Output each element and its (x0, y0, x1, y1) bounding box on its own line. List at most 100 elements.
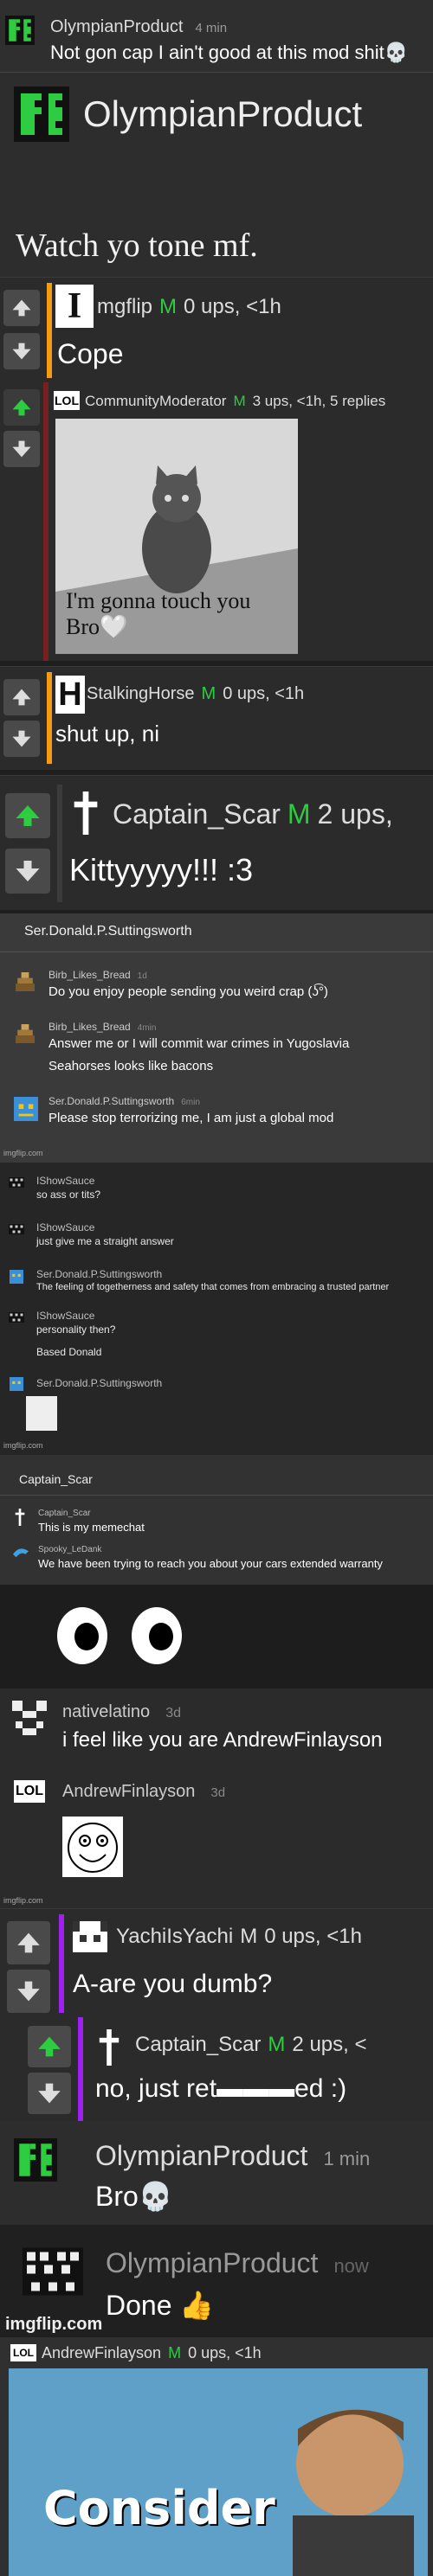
chat-username[interactable]: Birb_Likes_Bread 1d (48, 969, 147, 981)
chat-title: Ser.Donald.P.Suttingsworth (24, 924, 192, 939)
comment-username[interactable]: nativelatino 3d (62, 1702, 181, 1722)
rage-face-image[interactable] (62, 1817, 123, 1877)
upvote-button[interactable] (5, 793, 50, 838)
chat-username[interactable]: IShowSauce (36, 1175, 94, 1187)
comment-username[interactable]: OlympianProduct now (106, 2247, 369, 2279)
cross-avatar-icon (74, 791, 98, 835)
comment-username[interactable]: CommunityModerator (85, 393, 226, 409)
comment-username[interactable]: OlympianProduct 1 min (95, 2140, 370, 2172)
bread-avatar-icon (16, 1024, 35, 1043)
mod-badge: M (159, 295, 178, 318)
upvote-button[interactable] (3, 290, 40, 326)
pixel-avatar-icon (9, 1224, 24, 1234)
chat-username[interactable]: Captain_Scar (38, 1509, 91, 1518)
chat-message: We have been trying to reach you about y… (38, 1557, 383, 1570)
comment-meta: 2 ups, < (292, 2033, 367, 2056)
chat-message: Please stop terrorizing me, I am just a … (48, 1111, 334, 1125)
downvote-button[interactable] (3, 721, 40, 757)
comment-meta: 3 ups, <1h, 5 replies (252, 393, 386, 409)
comment-yachiisyachi: YachiIsYachi M 0 ups, <1h A-are you dumb? (0, 1908, 433, 2017)
comment-captain-scar-2: Captain_Scar M 2 ups, < no, just ret▬▬▬ed … (0, 2017, 433, 2121)
comment-username[interactable]: OlympianProduct (83, 93, 362, 135)
eye-icon (132, 1607, 182, 1664)
memechat-screenshot: Captain_Scar Captain_Scar This is my mem… (0, 1455, 433, 1585)
lol-avatar-icon: LOL (54, 391, 80, 410)
derp-face-icon (68, 1823, 118, 1873)
lol-avatar-icon: LOL (10, 2344, 36, 2361)
arrow-down-icon (12, 730, 31, 747)
upvote-button[interactable] (3, 679, 40, 715)
imgflip-logo-icon: I (55, 285, 94, 328)
watermark: imgflip.com (3, 1896, 43, 1905)
chat-username[interactable]: Birb_Likes_Bread 4min (48, 1021, 156, 1033)
chat-username[interactable]: IShowSauce (36, 1310, 94, 1322)
comment-header: mgflip M 0 ups, <1h (97, 295, 281, 319)
comment-header: CommunityModerator M 3 ups, <1h, 5 replies (85, 393, 385, 410)
cross-avatar-icon (99, 2029, 120, 2066)
arrow-down-icon (38, 2083, 61, 2104)
arrow-up-icon (12, 689, 31, 706)
downvote-button[interactable] (7, 1970, 50, 2013)
pixel-avatar-icon (9, 1177, 24, 1188)
downvote-button[interactable] (5, 849, 50, 894)
upvote-button[interactable] (7, 1921, 50, 1964)
chat-message: Do you enjoy people sending you weird cr… (48, 984, 328, 999)
pixel-avatar-icon (5, 16, 35, 45)
comment-olympian-4: OlympianProduct now Done 👍 imgflip.com (0, 2225, 433, 2337)
comment-text: Not gon cap I ain't good at this mod shi… (50, 42, 409, 63)
upvote-button[interactable] (28, 2026, 71, 2067)
chat-message: Seahorses looks like bacons (48, 1059, 214, 1073)
comment-text: Done 👍 (106, 2290, 215, 2321)
downvote-button[interactable] (3, 431, 40, 467)
pixel-face-icon (12, 1701, 47, 1735)
arrow-up-icon (12, 299, 31, 317)
comment-text: i feel like you are AndrewFinlayson (62, 1728, 383, 1752)
downvote-button[interactable] (28, 2073, 71, 2114)
mod-badge: M (287, 798, 311, 830)
reply-stripe (57, 785, 62, 902)
comment-header: Captain_Scar M 2 ups, (113, 798, 393, 830)
upvote-button[interactable] (3, 389, 40, 426)
cross-avatar-icon (15, 1509, 25, 1526)
comment-username[interactable]: OlympianProduct 4 min (50, 17, 227, 37)
watermark: imgflip.com (5, 2315, 103, 2334)
chat-title: Captain_Scar (19, 1472, 93, 1486)
chat-username[interactable]: Ser.Donald.P.Suttingsworth (36, 1268, 162, 1280)
comment-time: 4 min (195, 21, 228, 35)
comment-username[interactable]: Captain_Scar (135, 2033, 261, 2056)
chat-username[interactable]: Ser.Donald.P.Suttingsworth 6min (48, 1095, 200, 1107)
comment-username[interactable]: mgflip (97, 295, 152, 318)
chat-username[interactable]: Ser.Donald.P.Suttingsworth (36, 1377, 162, 1389)
comment-text: Kittyyyyy!!! :3 (69, 852, 254, 888)
mod-badge: M (233, 393, 246, 409)
arrow-down-icon (17, 1981, 40, 2002)
chat-message: personality then? (36, 1323, 116, 1336)
chat-message: Answer me or I will commit war crimes in… (48, 1036, 350, 1051)
comment-text: A-are you dumb? (73, 1970, 273, 1998)
comment-meta: 0 ups, <1h (223, 684, 305, 703)
comment-username[interactable]: AndrewFinlayson (42, 2344, 161, 2361)
watermark: imgflip.com (3, 1149, 43, 1157)
comment-header: Captain_Scar M 2 ups, < (135, 2033, 366, 2057)
reply-stripe (78, 2017, 83, 2121)
comment-username[interactable]: AndrewFinlayson 3d (62, 1782, 225, 1802)
dolphin-avatar-icon (13, 1548, 29, 1558)
chat-username[interactable]: IShowSauce (36, 1221, 94, 1234)
comment-username[interactable]: StalkingHorse (87, 684, 195, 703)
consider-meme-image[interactable]: Consider (9, 2368, 428, 2576)
chat-screenshot-2: IShowSauce so ass or tits? IShowSauce ju… (0, 1163, 433, 1455)
lol-avatar-icon: LOL (14, 1780, 45, 1803)
person-icon (9, 2368, 428, 2576)
chat-username[interactable]: Spooky_LeDank (38, 1545, 101, 1554)
downvote-button[interactable] (3, 333, 40, 369)
comment-username[interactable]: YachiIsYachi (116, 1925, 233, 1948)
comment-username[interactable]: Captain_Scar (113, 798, 281, 830)
cat-meme-image[interactable]: I'm gonna touch you Bro🤍 (55, 419, 298, 654)
comment-community-moderator: LOL CommunityModerator M 3 ups, <1h, 5 rep… (0, 382, 433, 661)
comment-text: no, just ret▬▬▬ed :) (95, 2074, 347, 2103)
chat-message: The feeling of togetherness and safety t… (36, 1282, 390, 1292)
arrow-down-icon (16, 861, 40, 881)
comment-olympian-1: OlympianProduct 4 min Not gon cap I ain't… (0, 0, 433, 73)
comment-stalkinghorse: H StalkingHorse M 0 ups, <1h shut up, ni (0, 666, 433, 770)
chat-image-thumb[interactable] (26, 1396, 57, 1431)
